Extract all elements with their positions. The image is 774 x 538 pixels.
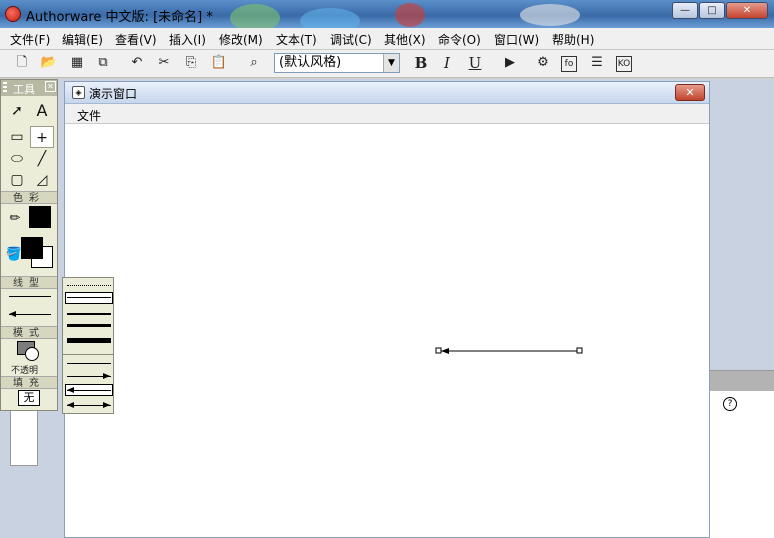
- drawn-line[interactable]: [65, 125, 709, 537]
- menu-other[interactable]: 其他(X): [384, 31, 426, 48]
- polygon-tool-icon[interactable]: ◿: [30, 169, 54, 191]
- arrow-none[interactable]: [67, 363, 111, 364]
- cut-icon[interactable]: ✂: [155, 54, 173, 72]
- bold-button[interactable]: B: [412, 54, 430, 72]
- style-combo[interactable]: (默认风格) ▼: [274, 53, 400, 73]
- presentation-title: 演示窗口: [89, 87, 138, 101]
- save-all-icon[interactable]: ▦: [68, 54, 86, 72]
- mode-value: 不透明: [11, 366, 39, 376]
- find-icon[interactable]: ⌕: [245, 54, 263, 72]
- menu-file[interactable]: 文件(F): [10, 31, 50, 48]
- line-style-thin[interactable]: [67, 297, 111, 298]
- wallpaper-decoration: [395, 3, 425, 27]
- panel-header: [709, 371, 774, 391]
- presentation-close-button[interactable]: ✕: [675, 84, 705, 101]
- ellipse-tool-icon[interactable]: ⬭: [5, 148, 29, 170]
- maximize-button[interactable]: □: [699, 2, 725, 19]
- line-style-popup: [62, 277, 114, 414]
- line-width-option[interactable]: [9, 296, 51, 297]
- arrow-start-icon: [67, 387, 74, 393]
- text-tool[interactable]: A: [30, 100, 54, 122]
- line-style-dotted[interactable]: [67, 285, 111, 286]
- app-icon: [5, 6, 21, 22]
- line-style-thick[interactable]: [67, 324, 111, 327]
- menu-bar: 文件(F) 编辑(E) 查看(V) 插入(I) 修改(M) 文本(T) 调试(C…: [0, 28, 774, 50]
- presentation-title-bar: ◈ 演示窗口 ✕: [65, 82, 709, 104]
- divider: [63, 354, 113, 355]
- line-section-label: 线型: [1, 276, 57, 289]
- close-button[interactable]: ✕: [726, 2, 768, 19]
- rounded-rectangle-tool-icon[interactable]: ▢: [5, 169, 29, 191]
- line-style-selected-box[interactable]: [65, 292, 113, 304]
- menu-debug[interactable]: 调试(C): [330, 31, 372, 48]
- arrow-both-left-icon: [67, 402, 74, 408]
- selection-handle-end[interactable]: [576, 347, 583, 354]
- menu-modify[interactable]: 修改(M): [219, 31, 263, 48]
- tools-close-icon[interactable]: ✕: [45, 81, 56, 92]
- tools-palette: 工具 ✕ ➚ A ▭ + ⬭ ╱ ▢ ◿ 色彩 ✏ 🪣 线型 模式 不透明 填充…: [0, 79, 58, 411]
- tools-title: 工具: [13, 83, 35, 96]
- color-section-label: 色彩: [1, 191, 57, 204]
- presentation-menu-bar: 文件: [65, 104, 709, 124]
- presentation-canvas[interactable]: [65, 125, 709, 537]
- menu-commands[interactable]: 命令(O): [438, 31, 481, 48]
- line-tool-icon[interactable]: ╱: [30, 148, 54, 170]
- style-combo-value: (默认风格): [279, 55, 342, 70]
- mode-circle-icon: [25, 347, 39, 361]
- window-title: Authorware 中文版: [未命名] *: [26, 10, 213, 25]
- new-icon[interactable]: 🗋: [13, 54, 31, 72]
- menu-help[interactable]: 帮助(H): [552, 31, 594, 48]
- tools-header: 工具 ✕: [1, 80, 57, 96]
- undo-icon[interactable]: ↶: [128, 54, 146, 72]
- stroke-color-swatch[interactable]: [29, 206, 51, 228]
- menu-window[interactable]: 窗口(W): [494, 31, 539, 48]
- help-icon[interactable]: ?: [723, 397, 737, 411]
- presentation-window: ◈ 演示窗口 ✕ 文件: [64, 81, 710, 538]
- arrow-end-icon: [103, 373, 110, 379]
- rectangle-tool-icon[interactable]: ▭: [5, 126, 29, 148]
- menu-edit[interactable]: 编辑(E): [62, 31, 103, 48]
- crosshair-tool-icon[interactable]: +: [30, 126, 54, 148]
- drag-handle[interactable]: [3, 82, 7, 94]
- fill-section-label: 填充: [1, 376, 57, 389]
- presentation-window-icon: ◈: [72, 86, 85, 99]
- minimize-button[interactable]: —: [672, 2, 698, 19]
- fill-none-option[interactable]: 无: [18, 390, 40, 406]
- functions-icon[interactable]: fo: [561, 56, 577, 72]
- line-arrowhead: [441, 348, 449, 354]
- chevron-down-icon[interactable]: ▼: [383, 54, 399, 72]
- variables-icon[interactable]: ☰: [588, 54, 606, 72]
- menu-insert[interactable]: 插入(I): [169, 31, 206, 48]
- run-icon[interactable]: ▶: [501, 54, 519, 72]
- pen-color-icon[interactable]: ✏: [3, 208, 27, 230]
- mode-section-label: 模式: [1, 326, 57, 339]
- fill-foreground-swatch[interactable]: [21, 237, 43, 259]
- pointer-tool-icon[interactable]: ➚: [5, 100, 29, 122]
- line-arrow-icon: [9, 311, 16, 317]
- underline-button[interactable]: U: [466, 54, 484, 72]
- line-style-extra-thick[interactable]: [67, 338, 111, 343]
- wallpaper-decoration: [520, 4, 580, 26]
- selection-handle-start[interactable]: [435, 347, 442, 354]
- knowledge-objects-icon[interactable]: KO: [616, 56, 632, 72]
- title-bar: Authorware 中文版: [未命名] * — □ ✕: [0, 0, 774, 34]
- paste-icon[interactable]: 📋: [210, 54, 228, 72]
- design-window-fragment: [10, 410, 38, 466]
- open-icon[interactable]: 📂: [40, 54, 58, 72]
- italic-button[interactable]: I: [438, 54, 456, 72]
- menu-view[interactable]: 查看(V): [115, 31, 157, 48]
- side-panel: [709, 370, 774, 538]
- control-panel-icon[interactable]: ⚙: [534, 54, 552, 72]
- import-icon[interactable]: ⧉: [94, 54, 112, 72]
- line-style-medium[interactable]: [67, 313, 111, 315]
- menu-text[interactable]: 文本(T): [276, 31, 317, 48]
- copy-icon[interactable]: ⎘: [182, 54, 200, 72]
- arrow-both-right-icon: [103, 402, 110, 408]
- presentation-menu-file[interactable]: 文件: [77, 107, 101, 124]
